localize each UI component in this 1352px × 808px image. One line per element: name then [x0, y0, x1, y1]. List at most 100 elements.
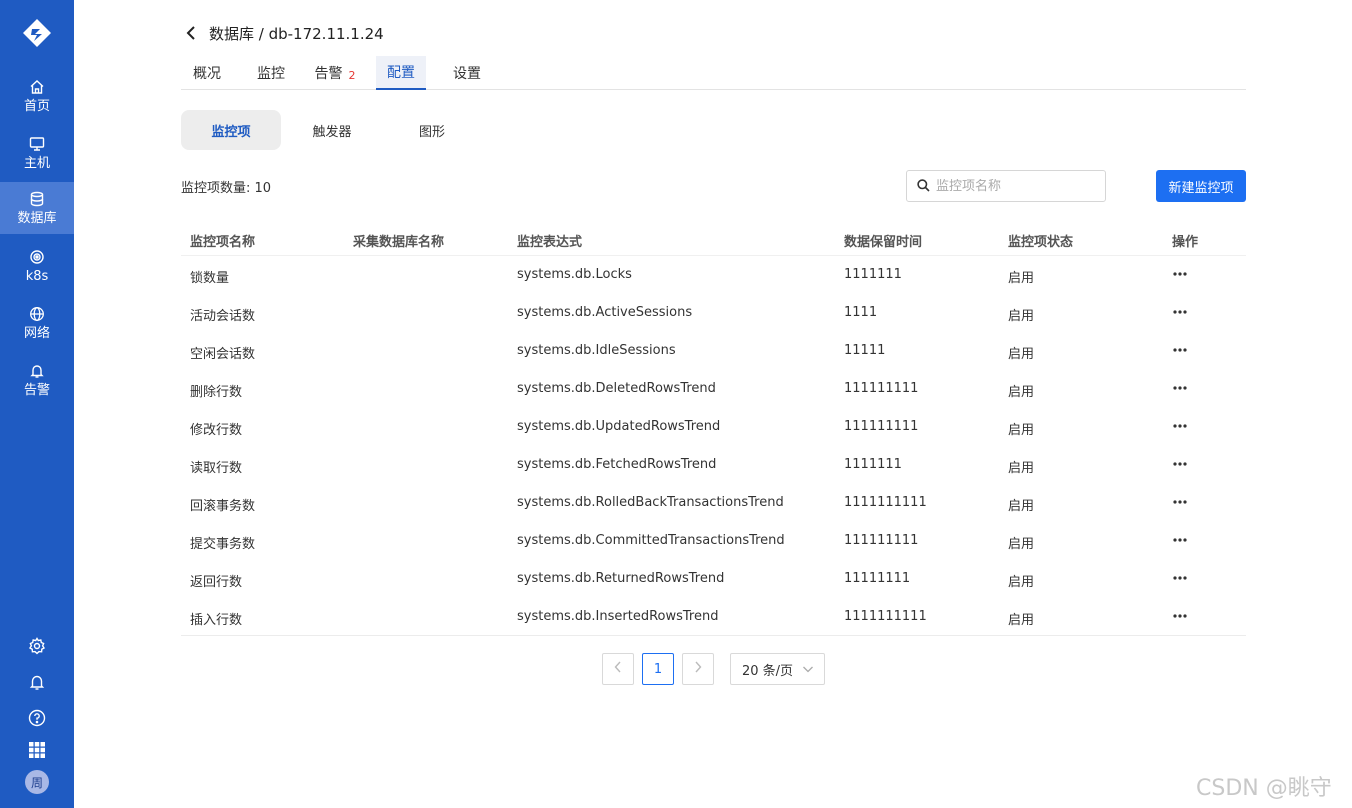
cell-item-name: 活动会话数 [190, 309, 256, 324]
search-box[interactable] [906, 170, 1106, 202]
cell-expression: systems.db.ActiveSessions [517, 305, 693, 320]
bell-icon [28, 362, 46, 380]
table-row[interactable]: 修改行数 systems.db.UpdatedRowsTrend 111111111… [181, 408, 1246, 446]
cell-retention: 11111111 [844, 571, 911, 586]
cell-item-name: 锁数量 [190, 271, 230, 286]
sidebar-item-alerts[interactable]: 告警 [0, 354, 74, 406]
more-actions-icon[interactable] [1171, 302, 1189, 322]
column-header: 数据保留时间 [844, 235, 923, 250]
cell-status: 启用 [1008, 613, 1035, 628]
table-row[interactable]: 空闲会话数 systems.db.IdleSessions 11111 启用 [181, 332, 1246, 370]
user-avatar[interactable]: 周 [0, 770, 74, 794]
k8s-icon [28, 248, 46, 266]
cell-expression: systems.db.Locks [517, 267, 632, 282]
sidebar-item-label: 数据库 [17, 211, 57, 226]
globe-icon [28, 305, 46, 323]
search-input[interactable] [936, 178, 1096, 194]
table-row[interactable]: 删除行数 systems.db.DeletedRowsTrend 111111111… [181, 370, 1246, 408]
column-header: 监控项状态 [1008, 235, 1074, 250]
apps-grid-icon[interactable] [0, 738, 74, 762]
table-header: 监控项名称 采集数据库名称 监控表达式 数据保留时间 监控项状态 操作 [181, 222, 1246, 256]
cell-status: 启用 [1008, 309, 1035, 324]
cell-retention: 1111 [844, 305, 878, 320]
tab-settings[interactable]: 设置 [445, 56, 489, 90]
cell-retention: 1111111111 [844, 609, 927, 624]
cell-item-name: 返回行数 [190, 575, 243, 590]
subtab-triggers[interactable]: 触发器 [282, 110, 382, 150]
help-icon[interactable] [0, 706, 74, 730]
cell-retention: 111111111 [844, 533, 919, 548]
cell-status: 启用 [1008, 537, 1035, 552]
page-number-button[interactable]: 1 [642, 653, 674, 685]
cell-item-name: 读取行数 [190, 461, 243, 476]
sidebar-item-network[interactable]: 网络 [0, 297, 74, 349]
table-row[interactable]: 插入行数 systems.db.InsertedRowsTrend 11111111… [181, 598, 1246, 636]
tab-label: 概况 [193, 66, 221, 82]
more-actions-icon[interactable] [1171, 530, 1189, 550]
cell-item-name: 回滚事务数 [190, 499, 256, 514]
sidebar-item-database[interactable]: 数据库 [0, 182, 74, 234]
sidebar-item-k8s[interactable]: k8s [0, 240, 74, 292]
sidebar-item-label: 网络 [23, 326, 50, 341]
breadcrumb: 数据库 / db-172.11.1.24 [181, 22, 384, 44]
back-arrow-icon[interactable] [181, 23, 201, 43]
cell-item-name: 提交事务数 [190, 537, 256, 552]
settings-icon[interactable] [0, 634, 74, 658]
table-row[interactable]: 回滚事务数 systems.db.RolledBackTransactionsTr… [181, 484, 1246, 522]
more-actions-icon[interactable] [1171, 454, 1189, 474]
cell-status: 启用 [1008, 461, 1035, 476]
more-actions-icon[interactable] [1171, 606, 1189, 626]
tab-label: 监控 [257, 66, 285, 82]
tab-monitor[interactable]: 监控 [251, 56, 291, 90]
next-page-button[interactable] [682, 653, 714, 685]
column-header: 监控表达式 [517, 235, 583, 250]
watermark: CSDN @眺守 [1196, 776, 1332, 801]
table-row[interactable]: 读取行数 systems.db.FetchedRowsTrend 1111111 启用 [181, 446, 1246, 484]
column-header: 操作 [1172, 235, 1199, 250]
sidebar-item-label: 首页 [23, 99, 50, 114]
more-actions-icon[interactable] [1171, 378, 1189, 398]
subtab-graphs[interactable]: 图形 [382, 110, 482, 150]
sidebar-item-label: 告警 [23, 383, 50, 398]
subtab-label: 图形 [418, 124, 445, 140]
cell-status: 启用 [1008, 385, 1035, 400]
cell-status: 启用 [1008, 423, 1035, 438]
table-row[interactable]: 提交事务数 systems.db.CommittedTransactionsTre… [181, 522, 1246, 560]
table-row[interactable]: 锁数量 systems.db.Locks 1111111 启用 [181, 256, 1246, 294]
alert-count-badge: 2 [348, 68, 356, 82]
prev-page-button[interactable] [602, 653, 634, 685]
home-icon [28, 78, 46, 96]
tab-config[interactable]: 配置 [376, 56, 426, 90]
new-monitor-item-button[interactable]: 新建监控项 [1156, 170, 1246, 202]
app-logo[interactable] [0, 12, 74, 54]
more-actions-icon[interactable] [1171, 340, 1189, 360]
cell-item-name: 删除行数 [190, 385, 243, 400]
subtab-label: 监控项 [211, 124, 251, 140]
column-header: 监控项名称 [190, 235, 256, 250]
more-actions-icon[interactable] [1171, 568, 1189, 588]
chevron-down-icon [802, 663, 814, 679]
tab-overview[interactable]: 概况 [181, 56, 233, 90]
table-row[interactable]: 活动会话数 systems.db.ActiveSessions 1111 启用 [181, 294, 1246, 332]
chevron-right-icon [694, 661, 702, 677]
tab-label: 配置 [387, 65, 415, 81]
table-body: 锁数量 systems.db.Locks 1111111 启用 活动会话数 systems… [181, 256, 1246, 636]
more-actions-icon[interactable] [1171, 264, 1189, 284]
more-actions-icon[interactable] [1171, 416, 1189, 436]
sidebar-item-home[interactable]: 首页 [0, 70, 74, 122]
tab-alerts[interactable]: 告警 2 [307, 56, 363, 90]
subtab-label: 触发器 [312, 124, 352, 140]
subtab-monitor-items[interactable]: 监控项 [181, 110, 281, 150]
page-size-select[interactable]: 20 条/页 [730, 653, 825, 685]
notification-icon[interactable] [0, 670, 74, 694]
cell-expression: systems.db.FetchedRowsTrend [517, 457, 717, 472]
more-actions-icon[interactable] [1171, 492, 1189, 512]
cell-expression: systems.db.RolledBackTransactionsTrend [517, 495, 784, 510]
tab-label: 设置 [453, 66, 481, 82]
column-header: 采集数据库名称 [353, 235, 445, 250]
page-title: 数据库 / db-172.11.1.24 [209, 24, 384, 43]
avatar: 周 [25, 770, 49, 794]
table-row[interactable]: 返回行数 systems.db.ReturnedRowsTrend 11111111… [181, 560, 1246, 598]
sidebar-item-host[interactable]: 主机 [0, 127, 74, 179]
item-count-label: 监控项数量: 10 [181, 181, 272, 196]
